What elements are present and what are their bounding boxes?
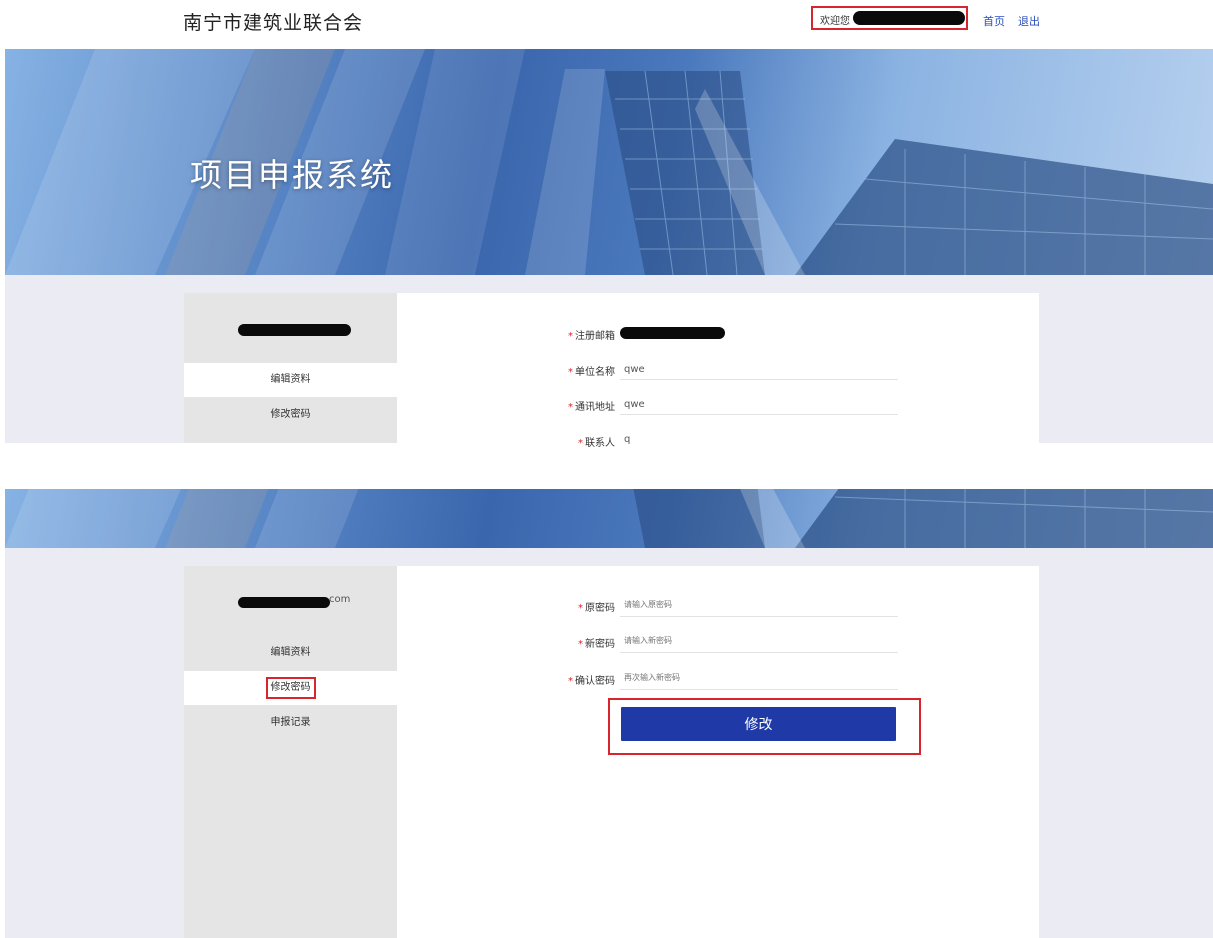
panel1-label-contact: * 联系人 — [578, 438, 615, 449]
label-old-password: * 原密码 — [578, 603, 615, 614]
new-password-input[interactable] — [624, 636, 894, 645]
label-new-password: * 新密码 — [578, 639, 615, 650]
welcome-text: 欢迎您 — [820, 16, 850, 27]
required-mark: * — [568, 402, 573, 413]
panel1-content — [397, 293, 1039, 443]
redacted-username — [853, 11, 965, 25]
panel1-sidebar-item-edit-profile[interactable]: 编辑资料 — [184, 363, 397, 397]
nav-home-link[interactable]: 首页 — [983, 13, 1005, 29]
confirm-password-underline — [620, 689, 898, 690]
required-mark: * — [578, 438, 583, 449]
panel1-company-value[interactable]: qwe — [624, 364, 645, 375]
required-mark: * — [568, 676, 573, 687]
change-password-highlight: 修改密码 — [265, 677, 316, 699]
panel2-email-suffix: com — [329, 594, 351, 605]
building-illustration-cropped — [5, 489, 1213, 548]
panel2-sidebar-item-records[interactable]: 申报记录 — [184, 706, 397, 740]
panel2-redacted-email — [238, 597, 330, 608]
site-title: 南宁市建筑业联合会 — [183, 12, 364, 34]
label-confirm-password: * 确认密码 — [568, 676, 615, 687]
submit-change-password-button[interactable]: 修改 — [621, 707, 896, 741]
panel1-sidebar-item-change-password[interactable]: 修改密码 — [184, 398, 397, 432]
panel2-sidebar — [184, 566, 397, 938]
panel1-label-address: * 通讯地址 — [568, 402, 615, 413]
panel2-sidebar-item-change-password[interactable]: 修改密码 — [184, 671, 397, 705]
confirm-password-input[interactable] — [624, 673, 894, 682]
banner-title: 项目申报系统 — [190, 156, 395, 194]
required-mark: * — [578, 639, 583, 650]
panel2-sidebar-item-edit-profile[interactable]: 编辑资料 — [184, 636, 397, 670]
old-password-underline — [620, 616, 898, 617]
panel1-address-value[interactable]: qwe — [624, 399, 645, 410]
hero-banner-cropped — [5, 489, 1213, 548]
new-password-underline — [620, 652, 898, 653]
panel1-company-underline — [620, 379, 898, 380]
panel1-contact-value[interactable]: q — [624, 434, 630, 445]
hero-banner — [5, 49, 1213, 275]
panel1-redacted-email — [238, 324, 351, 336]
panel1-address-underline — [620, 414, 898, 415]
required-mark: * — [568, 367, 573, 378]
panel1-label-company: * 单位名称 — [568, 367, 615, 378]
required-mark: * — [568, 331, 573, 342]
nav-logout-link[interactable]: 退出 — [1018, 13, 1040, 29]
panel1-redacted-email-value — [620, 327, 725, 339]
building-illustration — [5, 49, 1213, 275]
panel1-label-email: * 注册邮箱 — [568, 331, 615, 342]
required-mark: * — [578, 603, 583, 614]
old-password-input[interactable] — [624, 600, 894, 609]
